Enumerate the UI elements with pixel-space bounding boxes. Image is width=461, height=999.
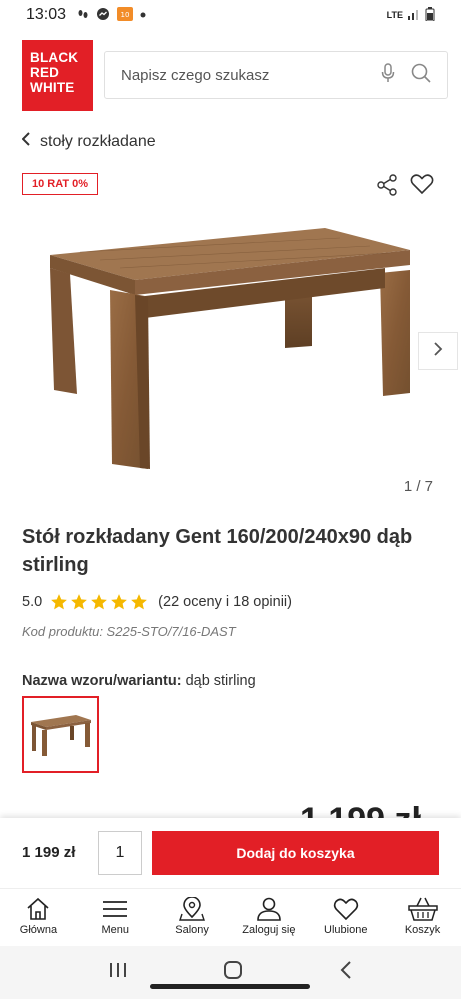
buy-bar-price: 1 199 zł xyxy=(22,844,76,861)
star-icon xyxy=(51,594,68,610)
variant-label: Nazwa wzoru/wariantu: dąb stirling xyxy=(22,673,256,689)
product-image[interactable] xyxy=(40,218,420,478)
rating-row[interactable]: 5.0 (22 oceny i 18 opinii) xyxy=(22,593,292,611)
quantity-input[interactable]: 1 xyxy=(98,831,142,875)
chevron-left-icon xyxy=(21,132,30,151)
brand-line-1: BLACK xyxy=(30,50,79,65)
nav-login[interactable]: Zaloguj się xyxy=(230,889,307,946)
star-rating xyxy=(50,593,148,611)
home-button-icon[interactable] xyxy=(223,960,243,985)
add-to-cart-button[interactable]: Dodaj do koszyka xyxy=(152,831,439,875)
nav-favorites[interactable]: Ulubione xyxy=(307,889,384,946)
header: BLACK RED WHITE xyxy=(0,36,461,112)
star-icon xyxy=(91,594,108,610)
star-icon xyxy=(111,594,128,610)
variant-value: dąb stirling xyxy=(185,673,256,689)
nav-menu[interactable]: Menu xyxy=(77,889,154,946)
system-nav-bar xyxy=(0,946,461,999)
search-icon[interactable] xyxy=(411,63,431,88)
app-notification-icon: 10 xyxy=(117,6,134,24)
brand-logo[interactable]: BLACK RED WHITE xyxy=(22,40,93,111)
wishlist-heart-icon[interactable] xyxy=(410,173,434,200)
variant-thumbnail[interactable] xyxy=(22,696,99,773)
breadcrumb[interactable]: stoły rozkładane xyxy=(21,132,156,151)
product-title: Stół rozkładany Gent 160/200/240x90 dąb … xyxy=(22,526,413,576)
nav-stores[interactable]: Salony xyxy=(154,889,231,946)
heart-icon xyxy=(333,898,358,921)
network-type: LTE xyxy=(386,10,403,20)
dot-icon xyxy=(140,10,146,21)
installment-badge: 10 RAT 0% xyxy=(22,173,99,195)
back-icon[interactable] xyxy=(339,960,353,985)
search-box[interactable] xyxy=(104,51,448,99)
nav-stores-label: Salony xyxy=(175,924,209,936)
table-thumbnail-icon xyxy=(30,714,91,756)
status-bar: 13:03 10 LTE xyxy=(0,0,461,30)
breadcrumb-label: stoły rozkładane xyxy=(40,132,156,150)
home-icon xyxy=(27,897,49,920)
search-input[interactable] xyxy=(121,66,381,84)
table-illustration xyxy=(50,228,410,469)
nav-favorites-label: Ulubione xyxy=(324,924,368,936)
buy-bar: 1 199 zł 1 Dodaj do koszyka xyxy=(0,818,461,888)
signal-icon xyxy=(407,8,421,23)
brand-line-2: RED xyxy=(30,65,60,80)
gesture-pill xyxy=(150,984,310,989)
bottom-nav: Główna Menu Salony Zaloguj się Ulubione … xyxy=(0,888,461,946)
menu-icon xyxy=(103,901,128,917)
share-icon[interactable] xyxy=(376,174,398,201)
chevron-right-icon xyxy=(433,341,443,362)
footsteps-icon xyxy=(77,8,89,23)
svg-text:10: 10 xyxy=(121,11,130,19)
nav-cart-label: Koszyk xyxy=(404,924,441,936)
recent-apps-icon[interactable] xyxy=(108,961,128,984)
microphone-icon[interactable] xyxy=(381,62,395,88)
star-icon xyxy=(131,594,148,610)
nav-cart[interactable]: Koszyk xyxy=(384,889,461,946)
rating-count[interactable]: (22 oceny i 18 opinii) xyxy=(158,594,292,610)
variant-label-title: Nazwa wzoru/wariantu: xyxy=(22,673,182,689)
messenger-icon xyxy=(96,7,110,24)
brand-line-3: WHITE xyxy=(30,80,75,95)
gallery-pager: 1 / 7 xyxy=(403,478,433,495)
rating-value: 5.0 xyxy=(22,594,43,610)
map-pin-icon xyxy=(179,897,206,921)
star-icon xyxy=(71,594,88,610)
user-icon xyxy=(257,897,281,921)
nav-home-label: Główna xyxy=(19,924,58,936)
product-code: Kod produktu: S225-STO/7/16-DAST xyxy=(22,624,236,639)
gallery-next-button[interactable] xyxy=(418,332,458,370)
nav-login-label: Zaloguj się xyxy=(242,924,296,936)
nav-home[interactable]: Główna xyxy=(0,889,77,946)
battery-icon xyxy=(425,6,435,24)
nav-menu-label: Menu xyxy=(101,924,129,936)
status-time: 13:03 xyxy=(26,6,67,23)
basket-icon xyxy=(407,897,438,921)
